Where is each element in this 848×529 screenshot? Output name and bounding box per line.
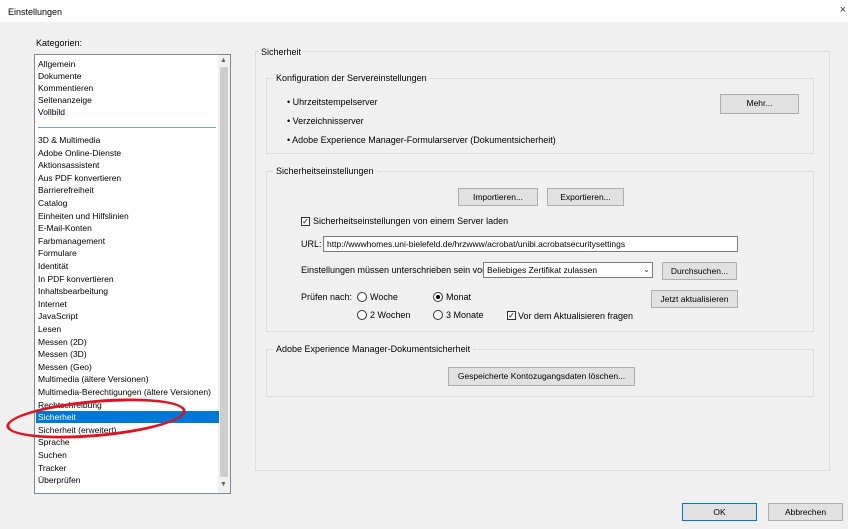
- cancel-button[interactable]: Abbrechen: [768, 503, 843, 521]
- radio-week[interactable]: [357, 292, 367, 302]
- signer-select[interactable]: Beliebiges Zertifikat zulassen ⌄: [483, 262, 653, 278]
- title-bar: [0, 0, 848, 22]
- category-item[interactable]: Inhaltsbearbeitung: [38, 285, 108, 297]
- category-item[interactable]: 3D & Multimedia: [38, 134, 100, 146]
- radio-month[interactable]: [433, 292, 443, 302]
- category-separator: [38, 127, 216, 128]
- category-item[interactable]: Aktionsassistent: [38, 159, 99, 171]
- category-item[interactable]: Barrierefreiheit: [38, 184, 94, 196]
- category-item[interactable]: Identität: [38, 260, 68, 272]
- category-item[interactable]: Adobe Online-Dienste: [38, 147, 121, 159]
- category-item[interactable]: Messen (Geo): [38, 361, 92, 373]
- scroll-thumb[interactable]: [220, 67, 228, 477]
- aem-security-title: Adobe Experience Manager-Dokumentsicherh…: [273, 344, 474, 354]
- category-item[interactable]: Tracker: [38, 462, 67, 474]
- panel-title: Sicherheit: [259, 47, 304, 57]
- security-settings-title: Sicherheitseinstellungen: [273, 166, 377, 176]
- update-now-button[interactable]: Jetzt aktualisieren: [651, 290, 738, 308]
- server-item-aem: • Adobe Experience Manager-Formularserve…: [287, 135, 556, 145]
- category-item[interactable]: Multimedia-Berechtigungen (ältere Versio…: [38, 386, 211, 398]
- category-item[interactable]: Messen (3D): [38, 348, 87, 360]
- category-item[interactable]: Aus PDF konvertieren: [38, 172, 121, 184]
- category-item[interactable]: In PDF konvertieren: [38, 273, 114, 285]
- category-item[interactable]: Suchen: [38, 449, 67, 461]
- categories-label: Kategorien:: [36, 38, 83, 48]
- category-item[interactable]: Überprüfen: [38, 474, 81, 486]
- server-item-directory: • Verzeichnisserver: [287, 116, 364, 126]
- category-item[interactable]: Multimedia (ältere Versionen): [38, 373, 149, 385]
- scroll-up-icon[interactable]: ▲: [220, 57, 227, 64]
- scroll-down-icon[interactable]: ▼: [220, 481, 227, 488]
- category-item[interactable]: Dokumente: [38, 70, 81, 82]
- radio-three-months[interactable]: [433, 310, 443, 320]
- radio-two-weeks[interactable]: [357, 310, 367, 320]
- category-item[interactable]: Farbmanagement: [38, 235, 105, 247]
- category-item[interactable]: Allgemein: [38, 58, 75, 70]
- chevron-down-icon: ⌄: [643, 265, 650, 274]
- check-interval-label: Prüfen nach:: [301, 292, 353, 302]
- url-label: URL:: [301, 239, 322, 249]
- more-button[interactable]: Mehr...: [720, 94, 799, 114]
- import-button[interactable]: Importieren...: [458, 188, 538, 206]
- server-item-timestamp: • Uhrzeitstempelserver: [287, 97, 378, 107]
- radio-week-label: Woche: [370, 292, 398, 302]
- category-item[interactable]: Einheiten und Hilfslinien: [38, 210, 129, 222]
- category-item[interactable]: E-Mail-Konten: [38, 222, 92, 234]
- radio-month-label: Monat: [446, 292, 472, 302]
- category-item[interactable]: Formulare: [38, 247, 77, 259]
- category-item[interactable]: Messen (2D): [38, 336, 87, 348]
- ok-button[interactable]: OK: [682, 503, 757, 521]
- window-title: Einstellungen: [8, 7, 63, 17]
- load-from-server-label: Sicherheitseinstellungen von einem Serve…: [313, 216, 509, 226]
- browse-button[interactable]: Durchsuchen...: [662, 262, 737, 280]
- sign-label: Einstellungen müssen unterschrieben sein…: [301, 265, 490, 275]
- ask-before-update-label: Vor dem Aktualisieren fragen: [518, 311, 634, 321]
- category-item[interactable]: Seitenanzeige: [38, 94, 92, 106]
- category-item[interactable]: Lesen: [38, 323, 61, 335]
- export-button[interactable]: Exportieren...: [547, 188, 624, 206]
- server-config-title: Konfiguration der Servereinstellungen: [273, 73, 430, 83]
- category-item[interactable]: JavaScript: [38, 310, 78, 322]
- radio-two-weeks-label: 2 Wochen: [370, 310, 411, 320]
- category-item[interactable]: Catalog: [38, 197, 67, 209]
- category-item[interactable]: Internet: [38, 298, 67, 310]
- delete-credentials-button[interactable]: Gespeicherte Kontozugangsdaten löschen..…: [448, 367, 635, 386]
- radio-three-months-label: 3 Monate: [446, 310, 484, 320]
- load-from-server-checkbox[interactable]: ✓: [301, 217, 310, 226]
- close-icon[interactable]: ×: [840, 4, 846, 16]
- signer-select-value: Beliebiges Zertifikat zulassen: [487, 265, 598, 275]
- url-input[interactable]: http://wwwhomes.uni-bielefeld.de/hrzwww/…: [323, 236, 738, 252]
- category-item[interactable]: Kommentieren: [38, 82, 93, 94]
- ask-before-update-checkbox[interactable]: ✓: [507, 311, 516, 320]
- category-scrollbar[interactable]: ▲ ▼: [218, 55, 230, 493]
- category-item[interactable]: Vollbild: [38, 106, 65, 118]
